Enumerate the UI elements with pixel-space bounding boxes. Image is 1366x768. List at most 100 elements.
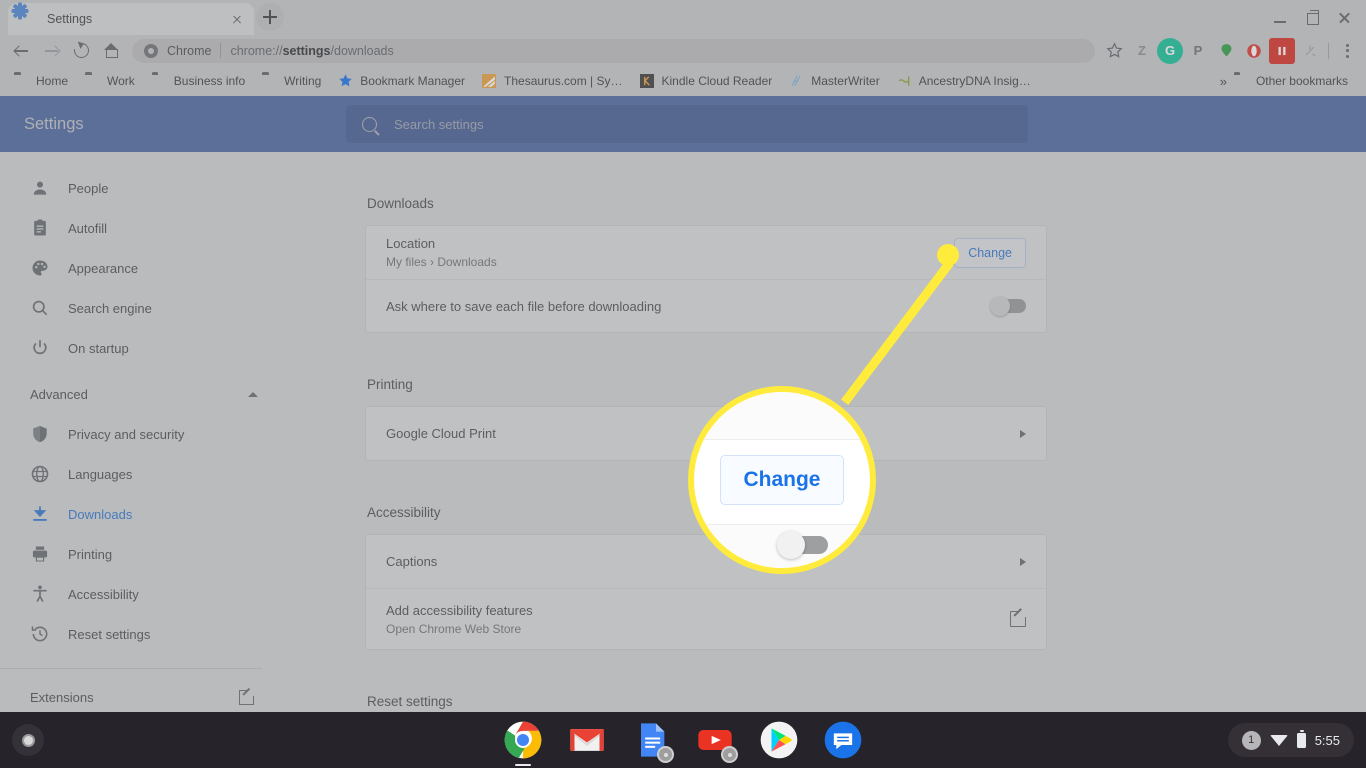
sidebar-item-downloads[interactable]: Downloads [0,494,290,534]
google-docs-app-icon[interactable] [631,720,674,763]
close-icon[interactable] [1328,8,1360,28]
minimize-icon[interactable] [1264,8,1296,28]
messages-app-icon[interactable] [823,720,863,760]
back-button[interactable] [6,36,36,66]
sidebar-divider [0,668,262,669]
row-text: Ask where to save each file before downl… [386,299,992,314]
sidebar-item-label: Reset settings [68,626,151,642]
three-dot-menu-icon[interactable] [1334,38,1360,64]
reload-button[interactable] [66,36,96,66]
sidebar-advanced-toggle[interactable]: Advanced [0,374,290,414]
bookmark-star-button[interactable] [1101,38,1127,64]
bookmarks-bar-right: » Other bookmarks [1220,69,1356,93]
sidebar-item-label: Privacy and security [68,426,185,442]
honey-extension-icon[interactable] [1269,37,1295,64]
bookmark-item[interactable]: Writing [262,69,329,93]
sidebar-item-people[interactable]: People [0,168,290,208]
tab-title: Settings [47,12,93,26]
bookmark-item[interactable]: Kindle Cloud Reader [639,69,781,93]
thesaurus-icon [482,74,497,88]
chrome-logo-icon [144,43,158,58]
row-label: Location [386,236,436,251]
sidebar-item-label: Autofill [68,220,108,236]
play-store-app-icon[interactable] [759,720,799,760]
forward-button[interactable] [36,36,66,66]
screen: Settings Chrome chrome://settings/downlo… [0,0,1366,768]
launcher-button[interactable] [12,724,44,756]
row-label: Ask where to save each file before downl… [386,298,662,314]
bookmark-item[interactable]: Work [85,69,143,93]
zotero-extension-icon[interactable]: Z [1129,38,1155,64]
row-ask-where-to-save[interactable]: Ask where to save each file before downl… [366,279,1046,332]
bookmark-item[interactable]: AncestryDNA Insig… [897,69,1039,93]
sidebar-item-autofill[interactable]: Autofill [0,208,290,248]
ask-where-to-save-toggle[interactable] [990,296,1026,316]
address-bar[interactable]: Chrome chrome://settings/downloads [132,38,1095,63]
omnibox-url: chrome://settings/downloads [230,44,393,58]
close-icon[interactable] [228,10,246,28]
sidebar-item-printing[interactable]: Printing [0,534,290,574]
settings-main-column: Downloads Location My files › Downloads … [365,152,1047,763]
row-location[interactable]: Location My files › Downloads Change [366,226,1046,279]
status-tray[interactable]: 1 5:55 [1227,723,1354,757]
pinterest-extension-icon[interactable]: P [1185,38,1211,64]
forward-arrow-icon [43,42,60,59]
sidebar-item-label: Appearance [68,260,139,276]
row-label: Add accessibility features [386,602,533,618]
launcher-icon [21,733,35,747]
sidebar-item-accessibility[interactable]: Accessibility [0,574,290,614]
sidebar-item-search-engine[interactable]: Search engine [0,288,290,328]
bookmark-item[interactable]: MasterWriter [789,69,887,93]
notification-count-badge: 1 [1241,730,1261,750]
external-link-icon [239,687,255,705]
sidebar-item-label: Downloads [68,506,133,522]
search-input[interactable]: Search settings [346,105,1028,143]
sidebar-item-languages[interactable]: Languages [0,454,290,494]
sidebar-item-privacy-and-security[interactable]: Privacy and security [0,414,290,454]
search-placeholder: Search settings [394,116,484,132]
sidebar-item-on-startup[interactable]: On startup [0,328,290,368]
back-arrow-icon [13,42,30,59]
toolbar-separator [1328,42,1329,59]
tab-settings[interactable]: Settings [8,2,254,35]
row-add-accessibility-features[interactable]: Add accessibility features Open Chrome W… [366,588,1046,649]
gmail-app-icon[interactable] [567,720,607,760]
chrome-app-icon[interactable] [503,720,543,766]
gear-icon [11,2,36,27]
sidebar-item-label: Accessibility [68,586,139,602]
maximize-icon[interactable] [1296,8,1328,28]
new-tab-button[interactable] [256,3,284,31]
bookmarks-overflow-button[interactable]: » [1220,74,1227,89]
bookmark-item[interactable]: Bookmark Manager [338,69,473,93]
row-label: Google Cloud Print [386,426,496,441]
reload-icon [70,40,92,61]
star-icon [338,74,353,88]
grammarly-extension-icon[interactable]: G [1157,37,1183,64]
accessibility-icon [30,584,50,604]
external-link-icon[interactable] [1010,608,1028,627]
evernote-extension-icon[interactable] [1213,38,1239,64]
row-captions[interactable]: Captions [366,535,1046,588]
change-button[interactable]: Change [954,237,1026,268]
folder-icon [152,74,167,88]
sidebar-item-appearance[interactable]: Appearance [0,248,290,288]
sidebar-item-reset-settings[interactable]: Reset settings [0,614,290,654]
sidebar-item-extensions[interactable]: Extensions [0,677,290,717]
printing-card: Google Cloud Print [365,406,1047,461]
chevron-right-icon [1020,557,1026,566]
home-button[interactable] [96,36,126,66]
opera-extension-icon[interactable] [1241,38,1267,64]
chevron-up-icon [248,391,258,397]
other-bookmarks-button[interactable]: Other bookmarks [1234,69,1356,93]
bookmark-item[interactable]: Business info [152,69,253,93]
bookmark-item[interactable]: Thesaurus.com | Sy… [482,69,631,93]
bookmark-item[interactable]: Home [14,69,76,93]
row-sublabel: Open Chrome Web Store [386,621,522,636]
youtube-app-icon[interactable] [695,720,738,763]
bookmark-label: Home [36,74,69,88]
sparkle-extension-icon[interactable] [1297,38,1323,64]
row-google-cloud-print[interactable]: Google Cloud Print [366,407,1046,460]
downloads-card: Location My files › Downloads Change Ask… [365,225,1047,333]
bookmark-label: Writing [284,74,322,88]
sidebar-advanced-label: Advanced [30,386,88,402]
